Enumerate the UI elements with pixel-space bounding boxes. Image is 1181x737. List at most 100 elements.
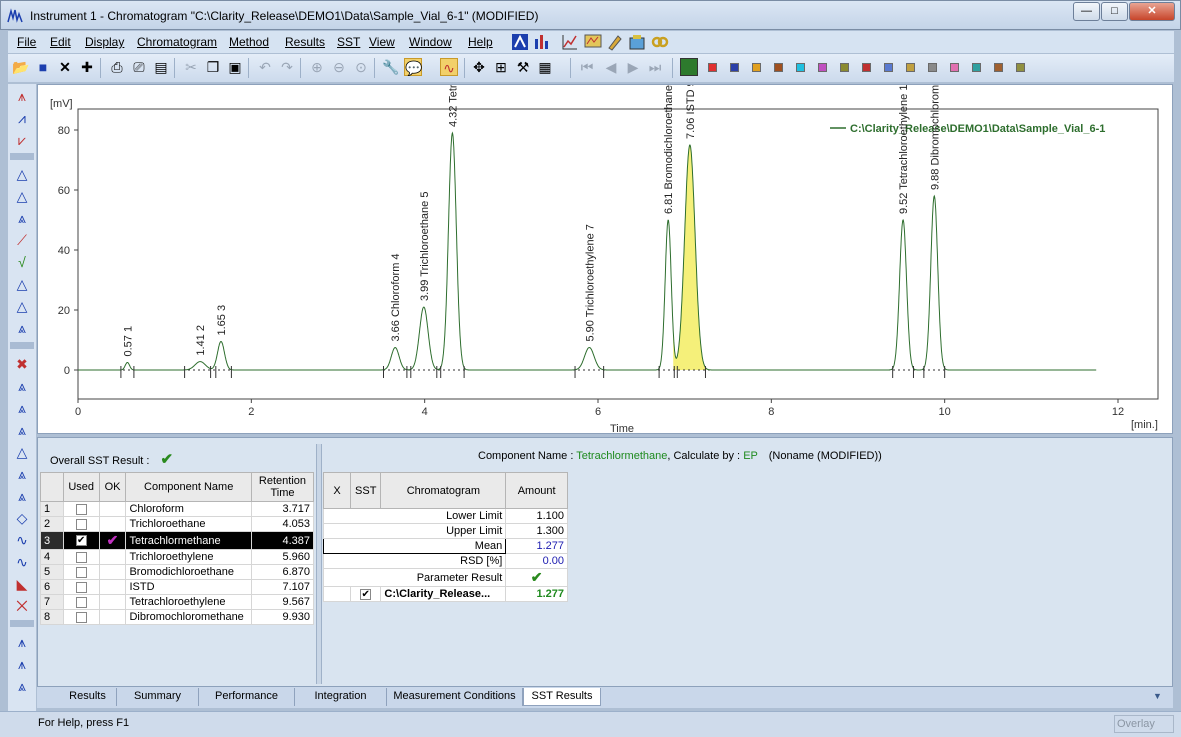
color-orange-swatch[interactable] [752,63,761,72]
used-header[interactable]: Used [62,472,100,502]
backward-horizontal-icon[interactable]: ⩓ [12,486,32,506]
sst-header[interactable]: SST [350,472,382,509]
menu-sst[interactable]: SST [337,35,360,49]
x-cell[interactable] [322,586,352,602]
color-olive-swatch[interactable] [840,63,849,72]
menu-method[interactable]: Method [229,35,269,49]
new-icon[interactable]: ✚ [78,58,96,76]
cut-icon[interactable]: ✂ [182,58,200,76]
x-header[interactable]: X [322,472,352,509]
used-cell[interactable] [62,564,100,580]
toolbar-collapse[interactable] [10,620,34,627]
color-magenta-swatch[interactable] [818,63,827,72]
used-checkbox[interactable] [75,503,87,515]
component-name-header[interactable]: Component Name [125,472,252,502]
toolbar-collapse[interactable] [10,153,34,160]
menu-edit[interactable]: Edit [50,35,71,49]
table-row[interactable]: 1 Chloroform 3.717 [40,501,315,517]
color-green-active[interactable] [680,58,698,76]
lock-icon[interactable]: ⩓ [12,376,32,396]
zoom-out-icon[interactable]: ⊖ [330,58,348,76]
move-icon[interactable]: ✥ [470,58,488,76]
noise-icon[interactable]: ◣ [12,574,32,594]
menu-results[interactable]: Results [285,35,325,49]
used-checkbox[interactable]: ✔ [75,535,87,547]
minimize-button[interactable]: — [1073,2,1100,21]
print-icon[interactable]: ⎙ [108,58,126,76]
grid-icon[interactable]: ⊞ [492,58,510,76]
chromatogram-pane[interactable]: [mV] Time [min.] C:\Clarity_Release\DEMO… [37,2,1173,435]
color-brown-swatch[interactable] [774,63,783,72]
peak-add-icon[interactable]: △ [12,164,32,184]
chromatogram-header[interactable]: Chromatogram [380,472,507,509]
first-icon[interactable]: ⏮ [578,58,596,76]
edit-method-icon[interactable] [606,33,624,51]
close-button[interactable]: ✕ [1129,2,1175,21]
copy-icon[interactable]: ❐ [204,58,222,76]
tab-sst-results[interactable]: SST Results [523,688,601,706]
print-preview-icon[interactable]: ⎚ [130,58,148,76]
color-lightblue-swatch[interactable] [884,63,893,72]
color-khaki-swatch[interactable] [1016,63,1025,72]
table-row[interactable]: 3 ✔ ✔ Tetrachlormethane 4.387 [40,531,315,550]
manual-integrate-icon[interactable]: ⩚ [12,654,32,674]
menu-file[interactable]: File [17,35,36,49]
used-checkbox[interactable] [75,611,87,623]
table-row[interactable]: 6 ISTD 7.107 [40,579,315,595]
chromatogram-chart[interactable]: [mV] Time [min.] C:\Clarity_Release\DEMO… [38,2,1172,435]
ok-header[interactable]: OK [98,472,127,502]
used-cell[interactable] [62,609,100,625]
used-checkbox[interactable] [75,566,87,578]
used-checkbox[interactable] [75,581,87,593]
color-teal-swatch[interactable] [972,63,981,72]
lower-limit-value[interactable]: 1.100 [505,508,568,524]
toolbar-collapse[interactable] [10,342,34,349]
pane-splitter[interactable] [316,444,322,684]
redo-icon[interactable]: ↷ [278,58,296,76]
last-icon[interactable]: ⏭ [646,58,664,76]
split-peak-icon[interactable]: ⩓ [12,208,32,228]
valley-icon[interactable]: √ [12,252,32,272]
next-icon[interactable]: ▶ [624,58,642,76]
tab-measurement-conditions[interactable]: Measurement Conditions [387,688,523,706]
sst-cell[interactable]: ✔ [350,586,382,602]
lowest-point-icon[interactable]: ◇ [12,508,32,528]
monitor-icon[interactable] [584,33,602,51]
used-checkbox[interactable] [75,596,87,608]
amount-header[interactable]: Amount [505,472,568,509]
color-sienna-swatch[interactable] [994,63,1003,72]
color-gold-swatch[interactable] [906,63,915,72]
calibration-icon[interactable] [532,33,550,51]
upper-limit-value[interactable]: 1.300 [505,523,568,539]
retention-time-header[interactable]: Retention Time [250,472,315,502]
chart-view-icon[interactable] [561,33,579,51]
used-cell[interactable] [62,594,100,610]
table-row[interactable]: 4 Trichloroethylene 5.960 [40,549,315,565]
highlighted-peak-area[interactable] [673,145,707,370]
tools-icon[interactable]: ⚒ [514,58,532,76]
color-red-swatch[interactable] [708,63,717,72]
together-icon[interactable]: △ [12,442,32,462]
rear-tangent-icon[interactable]: ⩓ [12,420,32,440]
save-icon[interactable]: ■ [34,58,52,76]
peak-end-icon[interactable]: ⩗ [12,130,32,150]
peak-width-icon[interactable]: ∿ [12,530,32,550]
table-row[interactable]: 7 Tetrachloroethylene 9.567 [40,594,315,610]
forward-horizontal-icon[interactable]: ⩓ [12,464,32,484]
peak-delete-icon[interactable]: △ [12,186,32,206]
solvent-peak-icon[interactable]: △ [12,296,32,316]
table-row[interactable]: 5 Bromodichloroethane 6.870 [40,564,315,580]
table-icon[interactable]: ▦ [536,58,554,76]
peak-start-icon[interactable]: ⩘ [12,108,32,128]
color-pink-swatch[interactable] [950,63,959,72]
sst-checkbox[interactable]: ✔ [360,588,372,600]
shoulder-icon[interactable]: ⩓ [12,318,32,338]
table-row[interactable]: 8 Dibromochloromethane 9.930 [40,609,315,625]
menu-window[interactable]: Window [409,35,452,49]
zoom-in-icon[interactable]: ⊕ [308,58,326,76]
instrument-icon[interactable] [511,33,529,51]
menu-display[interactable]: Display [85,35,124,49]
close-doc-icon[interactable]: ✕ [56,58,74,76]
annotation-icon[interactable]: 💬 [404,58,422,76]
color-cyan-swatch[interactable] [796,63,805,72]
